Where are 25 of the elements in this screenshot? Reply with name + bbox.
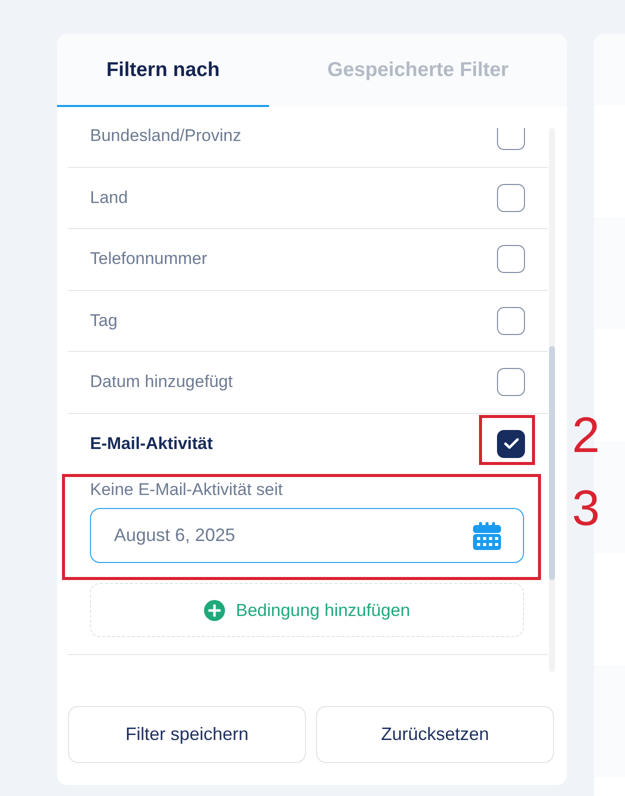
checkbox[interactable] xyxy=(497,430,525,458)
date-field[interactable]: August 6, 2025 xyxy=(90,508,524,563)
filter-label: Datum hinzugefügt xyxy=(90,372,233,392)
scrollbar-thumb[interactable] xyxy=(549,346,555,580)
save-filter-button[interactable]: Filter speichern xyxy=(68,706,306,763)
filter-label: Telefonnummer xyxy=(90,249,208,270)
condition-label: Keine E-Mail-Aktivität seit xyxy=(90,480,284,500)
filter-label: E-Mail-Aktivität xyxy=(90,434,213,454)
checkbox[interactable] xyxy=(497,368,525,396)
step-number: 3 xyxy=(572,483,600,533)
checkbox[interactable] xyxy=(497,306,525,335)
checkbox[interactable] xyxy=(497,245,525,274)
plus-circle-icon xyxy=(204,600,225,620)
tab[interactable]: Filtern nach xyxy=(57,34,269,107)
checkbox[interactable] xyxy=(497,184,525,212)
highlight-frame xyxy=(479,415,535,465)
checkbox[interactable] xyxy=(497,128,525,150)
scrollbar-track[interactable] xyxy=(549,128,555,672)
reset-button[interactable]: Zurücksetzen xyxy=(316,706,554,763)
checkmark-icon xyxy=(504,438,518,450)
filter-label: Tag xyxy=(90,310,118,331)
step-number: 2 xyxy=(572,410,600,460)
filter-label: Bundesland/Provinz xyxy=(90,128,242,146)
filter-label: Land xyxy=(90,188,128,208)
calendar-icon[interactable] xyxy=(473,522,501,550)
